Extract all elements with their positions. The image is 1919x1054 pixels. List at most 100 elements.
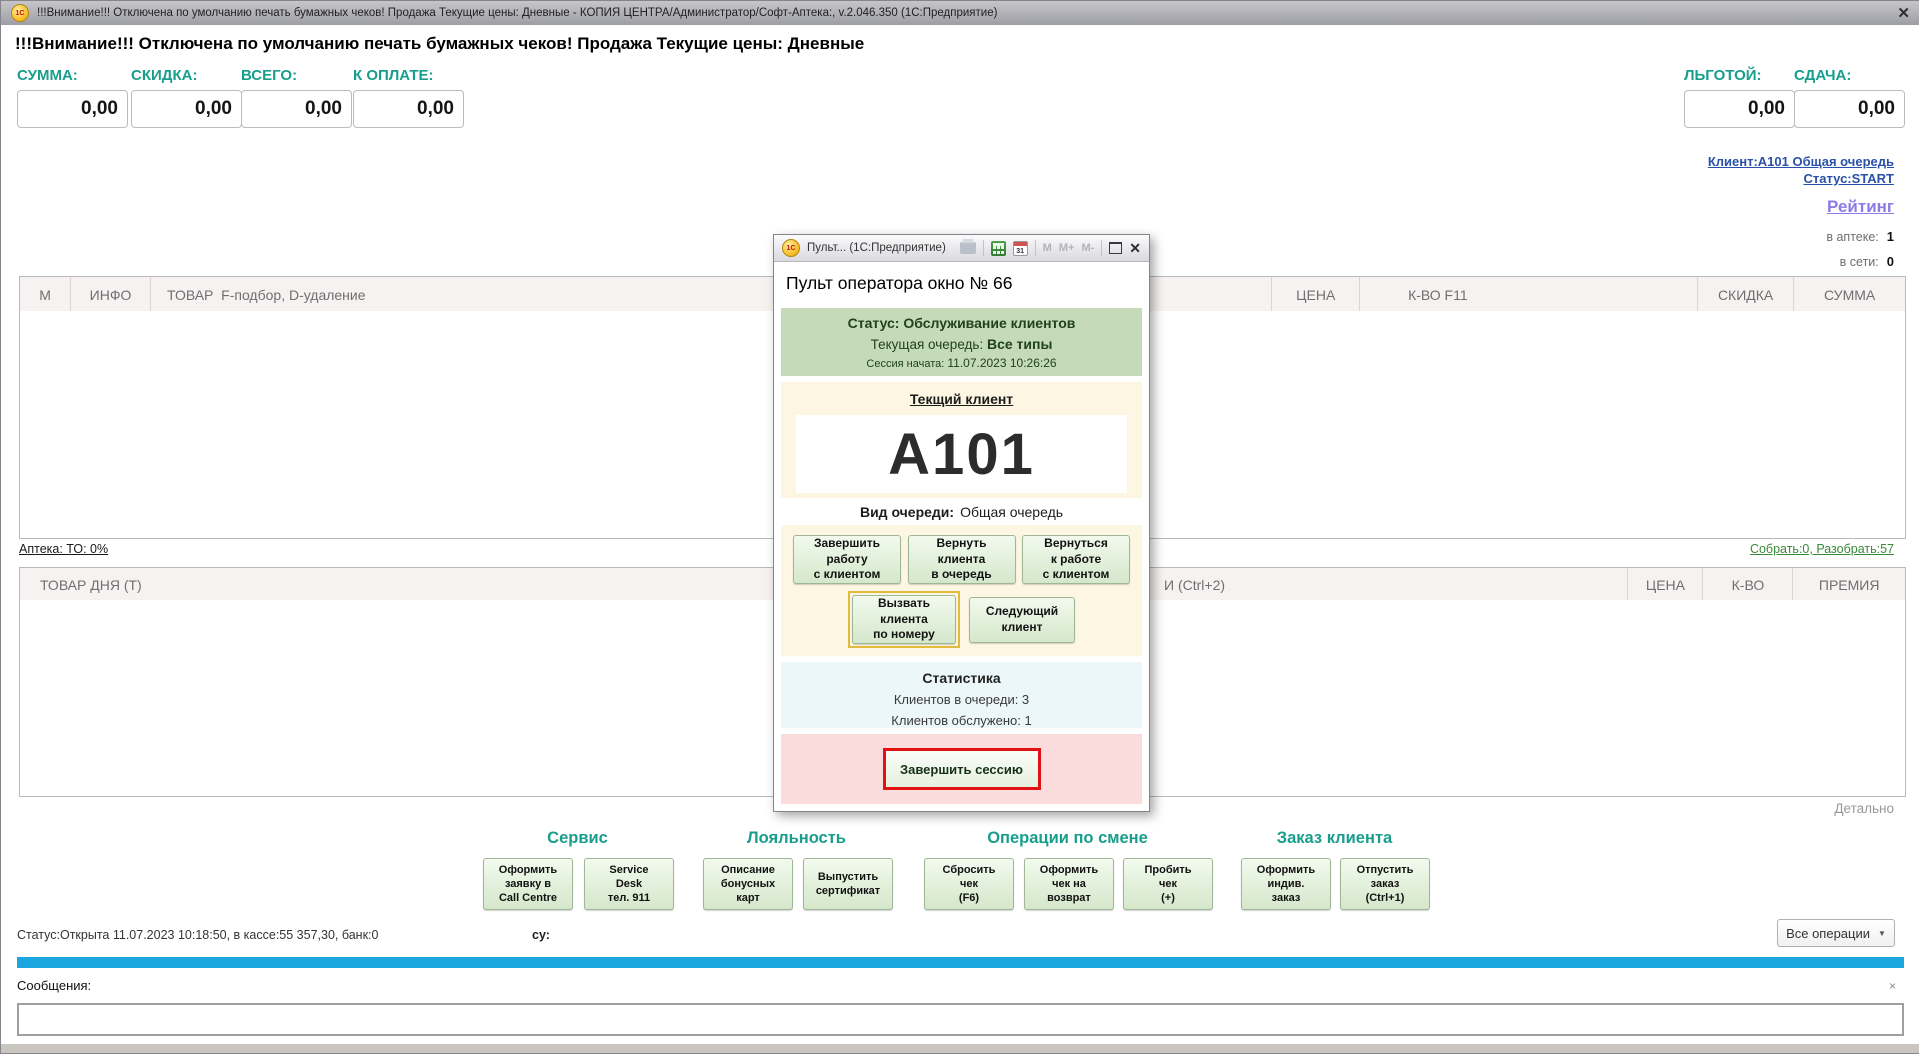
group-client-order-label: Заказ клиента [1241,829,1428,848]
total-skidka-label: СКИДКА: [131,67,231,84]
total-sdacha-value: 0,00 [1794,90,1905,128]
call-centre-request-button[interactable]: Оформить заявку в Call Centre [483,858,573,910]
dialog-title: Пульт... (1С:Предприятие) [807,242,946,254]
individual-order-button[interactable]: Оформить индив. заказ [1241,858,1331,910]
total-k-oplate-label: К ОПЛАТЕ: [353,67,453,84]
total-vsego-value: 0,00 [241,90,352,128]
apteka-to-link[interactable]: Аптека: ТО: 0% [19,542,108,556]
total-summa-label: СУММА: [17,67,117,84]
memory-m-plus-icon[interactable]: M+ [1059,242,1075,254]
end-session-panel: Завершить сессию [781,734,1142,804]
session-start-line: Сессия начата: 11.07.2023 10:26:26 [781,356,1142,370]
dialog-heading: Пульт оператора окно № 66 [786,273,1137,294]
current-queue-label: Текущая очередь: [871,337,984,352]
maximize-icon[interactable] [1109,242,1122,254]
info-blue-bar [17,957,1904,968]
reset-receipt-button[interactable]: Сбросить чек (F6) [924,858,1014,910]
total-k-oplate: К ОПЛАТЕ: 0,00 [353,67,453,128]
issue-certificate-button[interactable]: Выпустить сертификат [803,858,893,910]
group-service-label: Сервис [483,829,672,848]
dialog-close-icon[interactable]: ✕ [1129,240,1141,257]
memory-m-minus-icon[interactable]: M- [1081,242,1094,254]
su-label: су: [532,928,550,942]
queue-kind-row: Вид очереди: Общая очередь [781,498,1142,525]
1c-logo-icon: 1С [11,4,29,22]
rating-link[interactable]: Рейтинг [1827,197,1894,217]
in-network-count: в сети:0 [1840,254,1894,269]
day-col-recommend-partial: И (Ctrl+2) [1164,577,1225,593]
session-start-label: Сессия начата: [866,358,944,370]
client-actions-row-1: Завершить работу с клиентом Вернуть клие… [793,535,1130,584]
punch-receipt-button[interactable]: Пробить чек (+) [1123,858,1213,910]
total-skidka-value: 0,00 [131,90,242,128]
message-input[interactable] [17,1003,1904,1036]
call-client-focus-frame: Вызвать клиента по номеру [848,591,960,648]
toolbar-separator [1101,240,1102,256]
current-client-panel: Текщий клиент А101 Вид очереди: Общая оч… [781,382,1142,656]
in-network-label: в сети: [1840,255,1879,269]
clients-in-queue-stat: Клиентов в очереди: 3 [781,692,1142,707]
queue-kind-value: Общая очередь [960,504,1063,520]
total-lgotoy-label: ЛЬГОТОЙ: [1684,67,1784,84]
sales-col-info: ИНФО [71,277,151,312]
finish-work-with-client-button[interactable]: Завершить работу с клиентом [793,535,901,584]
statistics-title: Статистика [781,670,1142,686]
sobrat-razobrat-link[interactable]: Собрать:0, Разобрать:57 [1750,542,1894,556]
total-sdacha: СДАЧА: 0,00 [1794,67,1894,128]
statistics-panel: Статистика Клиентов в очереди: 3 Клиенто… [781,662,1142,728]
operator-console-dialog: 1С Пульт... (1С:Предприятие) 31 M M+ M- … [773,234,1150,812]
sales-col-summa: СУММА [1794,277,1905,312]
return-receipt-button[interactable]: Оформить чек на возврат [1024,858,1114,910]
in-pharmacy-value: 1 [1887,229,1894,244]
total-sdacha-label: СДАЧА: [1794,67,1894,84]
total-vsego-label: ВСЕГО: [241,67,341,84]
total-vsego: ВСЕГО: 0,00 [241,67,341,128]
current-queue-value: Все типы [987,336,1052,352]
chevron-down-icon: ▼ [1878,929,1886,938]
day-col-qty: К-ВО [1703,568,1793,601]
client-actions-row-2: Вызвать клиента по номеру Следующий клие… [793,591,1130,648]
in-pharmacy-label: в аптеке: [1826,230,1878,244]
release-order-button[interactable]: Отпустить заказ (Ctrl+1) [1340,858,1430,910]
total-skidka: СКИДКА: 0,00 [131,67,231,128]
return-client-to-queue-button[interactable]: Вернуть клиента в очередь [908,535,1016,584]
total-lgotoy: ЛЬГОТОЙ: 0,00 [1684,67,1784,128]
service-desk-button[interactable]: Service Desk тел. 911 [584,858,674,910]
application-window: 1С !!!Внимание!!! Отключена по умолчанию… [0,0,1919,1054]
detail-label: Детально [1834,801,1894,816]
call-client-by-number-button[interactable]: Вызвать клиента по номеру [852,595,956,644]
print-icon[interactable] [960,242,976,254]
dialog-titlebar: 1С Пульт... (1С:Предприятие) 31 M M+ M- … [774,235,1149,262]
messages-close-icon[interactable]: × [1889,979,1896,993]
client-number-display: А101 [796,415,1127,493]
all-operations-button[interactable]: Все операции ▼ [1777,919,1895,947]
calendar-icon[interactable]: 31 [1013,241,1028,256]
clients-served-stat: Клиентов обслужено: 1 [781,713,1142,728]
client-queue-link[interactable]: Клиент:А101 Общая очередь [1708,154,1894,169]
window-close-icon[interactable]: ✕ [1897,6,1910,21]
current-queue-line: Текущая очередь: Все типы [781,336,1142,352]
total-summa-value: 0,00 [17,90,128,128]
bonus-cards-info-button[interactable]: Описание бонусных карт [703,858,793,910]
group-shift-ops-label: Операции по смене [924,829,1211,848]
calculator-icon[interactable] [991,241,1006,256]
current-client-label: Текщий клиент [781,391,1142,407]
end-session-button[interactable]: Завершить сессию [883,748,1041,790]
next-client-button[interactable]: Следующий клиент [969,597,1075,643]
total-k-oplate-value: 0,00 [353,90,464,128]
in-pharmacy-count: в аптеке: 1 [1826,229,1894,244]
toolbar-separator [1035,240,1036,256]
total-lgotoy-value: 0,00 [1684,90,1795,128]
cash-status-text: Статус:Открыта 11.07.2023 10:18:50, в ка… [17,928,378,942]
back-to-work-with-client-button[interactable]: Вернуться к работе с клиентом [1022,535,1130,584]
session-start-value: 11.07.2023 10:26:26 [947,356,1056,370]
total-summa: СУММА: 0,00 [17,67,117,128]
client-status-link[interactable]: Статус:START [1803,171,1894,186]
window-titlebar: 1С !!!Внимание!!! Отключена по умолчанию… [1,1,1919,25]
warning-banner: !!!Внимание!!! Отключена по умолчанию пе… [15,34,864,54]
messages-label: Сообщения: [17,978,91,993]
day-col-tovar-dnya-label: ТОВАР ДНЯ (Т) [40,577,142,593]
group-loyalty-label: Лояльность [703,829,890,848]
sales-col-m: М [20,277,71,312]
memory-m-icon[interactable]: M [1043,242,1052,254]
